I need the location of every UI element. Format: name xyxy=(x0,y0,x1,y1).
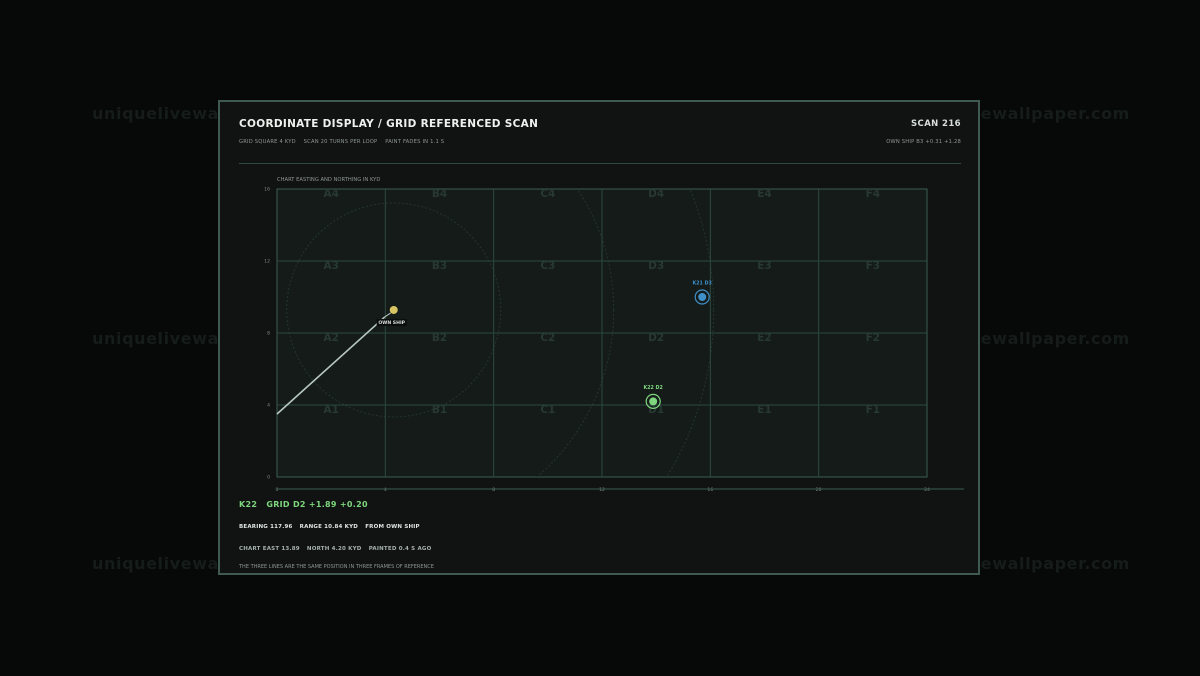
footnote: THE THREE LINES ARE THE SAME POSITION IN… xyxy=(239,564,434,570)
x-tick-label: 12 xyxy=(599,487,605,493)
grid-square-label: A3 xyxy=(323,260,338,272)
grid-square-label: B3 xyxy=(432,260,447,272)
painted-age: PAINTED 0.4 S AGO xyxy=(368,546,432,552)
y-tick-label: 16 xyxy=(264,187,270,193)
grid-square-label: D3 xyxy=(648,260,664,272)
grid-square-label: A2 xyxy=(323,332,338,344)
x-tick-label: 4 xyxy=(384,487,387,493)
coordinate-display-panel: COORDINATE DISPLAY / GRID REFERENCED SCA… xyxy=(218,100,980,575)
chart-north-value: NORTH 4.20 KYD xyxy=(306,546,362,552)
bearing-info: BEARING 117.96 RANGE 10.84 KYD FROM OWN … xyxy=(239,524,425,530)
grid-square-label: E3 xyxy=(757,260,771,272)
x-tick-label: 16 xyxy=(707,487,713,493)
bearing-value: BEARING 117.96 xyxy=(239,524,293,530)
grid-square-label: A4 xyxy=(323,188,338,200)
grid-square-label: B4 xyxy=(432,188,447,200)
x-tick-label: 8 xyxy=(492,487,495,493)
grid-square-label: D2 xyxy=(648,332,664,344)
grid-square-label: B2 xyxy=(432,332,447,344)
y-tick-label: 12 xyxy=(264,259,270,265)
own-ship-label: OWN SHIP xyxy=(378,320,405,326)
grid-square-label: D4 xyxy=(648,188,664,200)
chart-position-info: CHART EAST 13.89 NORTH 4.20 KYD PAINTED … xyxy=(239,546,437,552)
grid-square-label: C4 xyxy=(540,188,555,200)
contact-k21-label: K21 D3 xyxy=(693,281,712,287)
selected-track-readout: K22 GRID D2 +1.89 +0.20 xyxy=(239,500,374,509)
contact-k21-marker xyxy=(698,293,707,301)
track-grid-ref: GRID D2 +1.89 +0.20 xyxy=(266,500,368,509)
grid-square-label: C3 xyxy=(540,260,555,272)
grid-square-label: F3 xyxy=(866,260,880,272)
grid-square-label: E4 xyxy=(757,188,771,200)
x-tick-label: 24 xyxy=(924,487,930,493)
grid-square-label: C2 xyxy=(540,332,555,344)
grid-square-label: D1 xyxy=(648,404,664,416)
y-tick-label: 0 xyxy=(267,475,270,481)
grid-square-label: B1 xyxy=(432,404,447,416)
range-value: RANGE 10.84 KYD xyxy=(299,524,359,530)
own-ship-marker xyxy=(389,305,398,314)
grid-square-label: E2 xyxy=(757,332,771,344)
grid-square-label: F4 xyxy=(866,188,880,200)
grid-square-label: A1 xyxy=(323,404,338,416)
chart-east-value: CHART EAST 13.89 xyxy=(239,546,300,552)
y-tick-label: 4 xyxy=(267,403,270,409)
reference-label: FROM OWN SHIP xyxy=(365,524,420,530)
contact-k22-marker xyxy=(649,397,658,406)
x-tick-label: 20 xyxy=(816,487,822,493)
y-tick-label: 8 xyxy=(267,331,270,337)
grid-square-label: F2 xyxy=(866,332,880,344)
chart-caption: CHART EASTING AND NORTHING IN KYD xyxy=(277,177,380,183)
x-tick-label: 0 xyxy=(276,487,279,493)
grid-square-label: F1 xyxy=(866,404,880,416)
grid-square-label: C1 xyxy=(540,404,555,416)
contact-k22-label: K22 D2 xyxy=(643,385,662,391)
grid-square-label: E1 xyxy=(757,404,771,416)
track-id: K22 xyxy=(239,500,258,509)
